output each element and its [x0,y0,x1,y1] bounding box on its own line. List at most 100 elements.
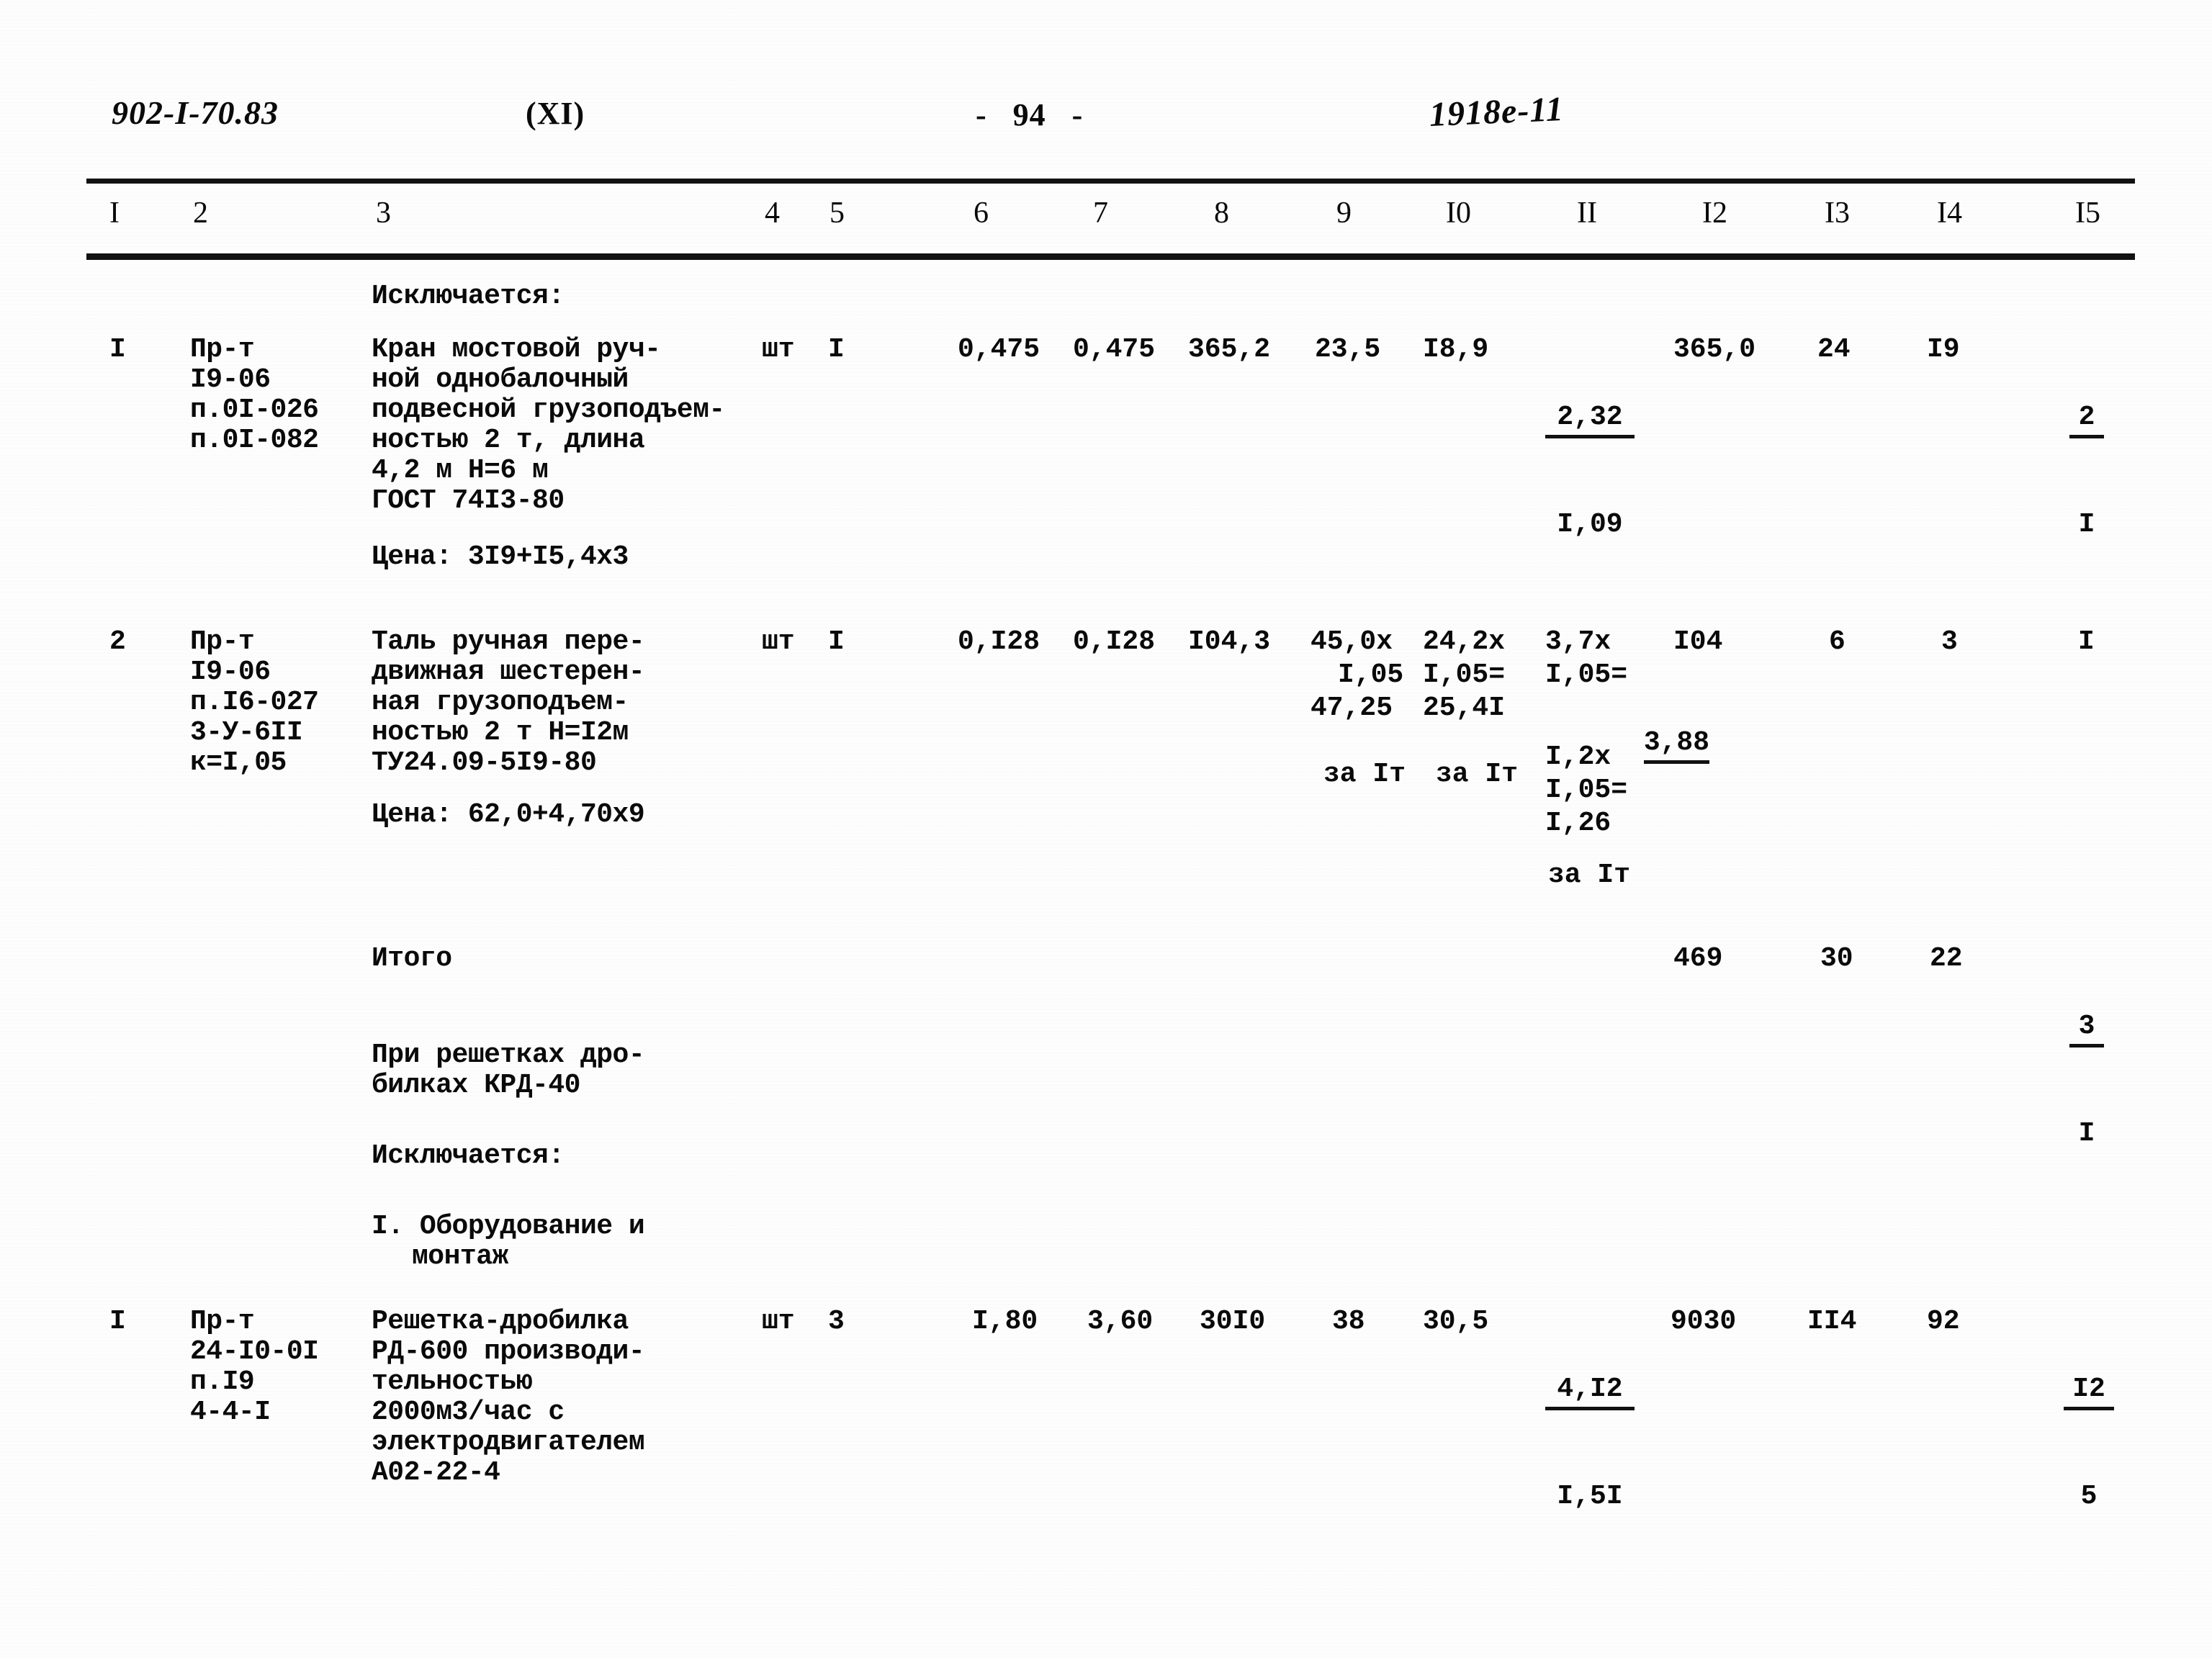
row-1-col15-numerator: 2 [2069,400,2104,438]
row-2-code-line-4: 3-У-6II [190,717,303,748]
row-1-col8: 365,2 [1188,334,1271,365]
row-2-col11-line-2: I,05= [1545,659,1628,690]
column-header-5: 5 [830,197,845,230]
row-1-col6: 0,475 [958,334,1040,365]
note-line-2: билках КРД-40 [372,1070,580,1101]
row-3-col15-numerator: I2 [2064,1372,2114,1410]
row-1-col11-numerator: 2,32 [1545,400,1635,438]
row-3-col6: I,80 [972,1306,1038,1337]
row-1-col13: 24 [1817,334,1851,365]
handwritten-stamp: 1918е-11 [1428,89,1565,135]
column-header-7: 7 [1093,197,1108,230]
column-header-9: 9 [1336,197,1352,230]
row-3-code-line-3: п.I9 [190,1366,255,1397]
row-2-col11-line-7: за Iт [1548,860,1631,891]
row-1-col9: 23,5 [1315,334,1381,365]
total-col15-fraction: 3 I [2069,942,2104,1218]
row-3-col11-fraction: 4,I2 I,5I [1545,1305,1635,1581]
row-1-desc-line-1: Кран мостовой руч- [372,334,661,365]
row-2-code-line-3: п.I6-027 [190,687,319,718]
row-3-col14: 92 [1927,1306,1960,1337]
document-page: 902-I-70.83 (XI) - 94 - 1918е-11 I 2 3 4… [0,0,2212,1658]
row-2-col11-line-3: 3,88 [1643,726,1710,764]
note-line-1: При решетках дро- [372,1040,645,1071]
row-3-unit: шт [762,1306,795,1337]
row-2-col13: 6 [1829,626,1845,657]
row-3-desc-line-3: тельностью [372,1366,533,1397]
table-header-rule [86,253,2135,260]
column-header-6: 6 [974,197,989,230]
row-2-desc-line-5: ТУ24.09-5I9-80 [372,747,597,778]
total-col15-numerator: 3 [2069,1009,2104,1047]
row-3-code-line-1: Пр-т [190,1306,255,1337]
column-header-2: 2 [193,197,208,230]
row-1-price: Цена: 3I9+I5,4x3 [372,541,629,572]
row-2-col12: I04 [1673,626,1723,657]
row-3-col15-fraction: I2 5 [2064,1305,2114,1581]
row-2-col9-line-1: 45,0x [1310,626,1393,657]
row-1-number: I [109,334,126,365]
total-col15-denominator: I [2078,1118,2095,1149]
column-header-11: II [1577,197,1597,230]
row-3-code-line-4: 4-4-I [190,1397,271,1428]
row-1-col11-denominator: I,09 [1557,509,1623,540]
column-header-12: I2 [1702,197,1727,230]
row-1-desc-line-5: 4,2 м H=6 м [372,455,549,486]
row-1-col7: 0,475 [1073,334,1156,365]
column-header-8: 8 [1214,197,1229,230]
row-2-col10-line-2: I,05= [1423,659,1506,690]
row-2-desc-line-2: движная шестерен- [372,657,645,688]
total-col12: 469 [1673,943,1723,974]
row-2-col14: 3 [1941,626,1958,657]
row-1-unit: шт [762,334,795,365]
document-code: 902-I-70.83 [112,94,279,131]
row-2-col9-line-3: 47,25 [1310,693,1393,724]
scan-grain-overlay [0,0,2212,1658]
row-2-col11-line-6: I,26 [1545,808,1611,839]
total-col14: 22 [1930,943,1963,974]
row-1-desc-line-6: ГОСТ 74I3-80 [372,485,565,516]
row-1-col12: 365,0 [1673,334,1756,365]
section-label-excluded: Исключается: [372,281,565,312]
document-part: (XI) [526,96,585,131]
row-2-col9-line-2: I,05 [1338,659,1404,690]
row-3-number: I [109,1306,126,1337]
page-header: 902-I-70.83 (XI) - 94 - 1918е-11 [0,89,2212,150]
row-3-col10: 30,5 [1423,1306,1489,1337]
row-2-col9-line-5: за Iт [1323,759,1406,790]
row-2-col10-line-5: за Iт [1436,759,1519,790]
row-2-price: Цена: 62,0+4,70x9 [372,799,645,830]
row-2-col11-line-1: 3,7x [1545,626,1611,657]
column-header-15: I5 [2075,197,2100,230]
row-2-desc-line-4: ностью 2 т H=I2м [372,717,629,748]
row-1-code-line-1: Пр-т [190,334,255,365]
row-2-number: 2 [109,626,126,657]
row-2-unit: шт [762,626,795,657]
row-3-col12: 9030 [1671,1306,1737,1337]
row-2-col8: I04,3 [1188,626,1271,657]
subsection-line-1: I. Оборудование и [372,1211,645,1242]
row-1-code-line-2: I9-06 [190,364,271,395]
row-1-col10: I8,9 [1423,334,1489,365]
row-1-code-line-4: п.0I-082 [190,425,319,456]
row-3-desc-line-1: Решетка-дробилка [372,1306,629,1337]
row-2-desc-line-1: Таль ручная пере- [372,626,645,657]
row-3-code-line-2: 24-I0-0I [190,1336,319,1367]
row-2-qty: I [828,626,845,657]
row-2-col15: I [2078,626,2095,657]
row-1-desc-line-2: ной однобалочный [372,364,629,395]
column-header-4: 4 [765,197,780,230]
total-col13: 30 [1820,943,1853,974]
row-2-desc-line-3: ная грузоподъем- [372,687,629,718]
row-3-desc-line-5: электродвигателем [372,1427,645,1458]
column-header-13: I3 [1825,197,1850,230]
table-top-rule [86,179,2135,184]
row-3-desc-line-6: А02-22-4 [372,1457,500,1488]
row-2-col10-line-3: 25,4I [1423,693,1506,724]
note-excluded-label: Исключается: [372,1140,565,1171]
row-3-desc-line-4: 2000м3/час с [372,1397,565,1428]
row-1-qty: I [828,334,845,365]
row-3-col11-numerator: 4,I2 [1545,1372,1635,1410]
total-label: Итого [372,943,452,974]
row-2-col7: 0,I28 [1073,626,1156,657]
